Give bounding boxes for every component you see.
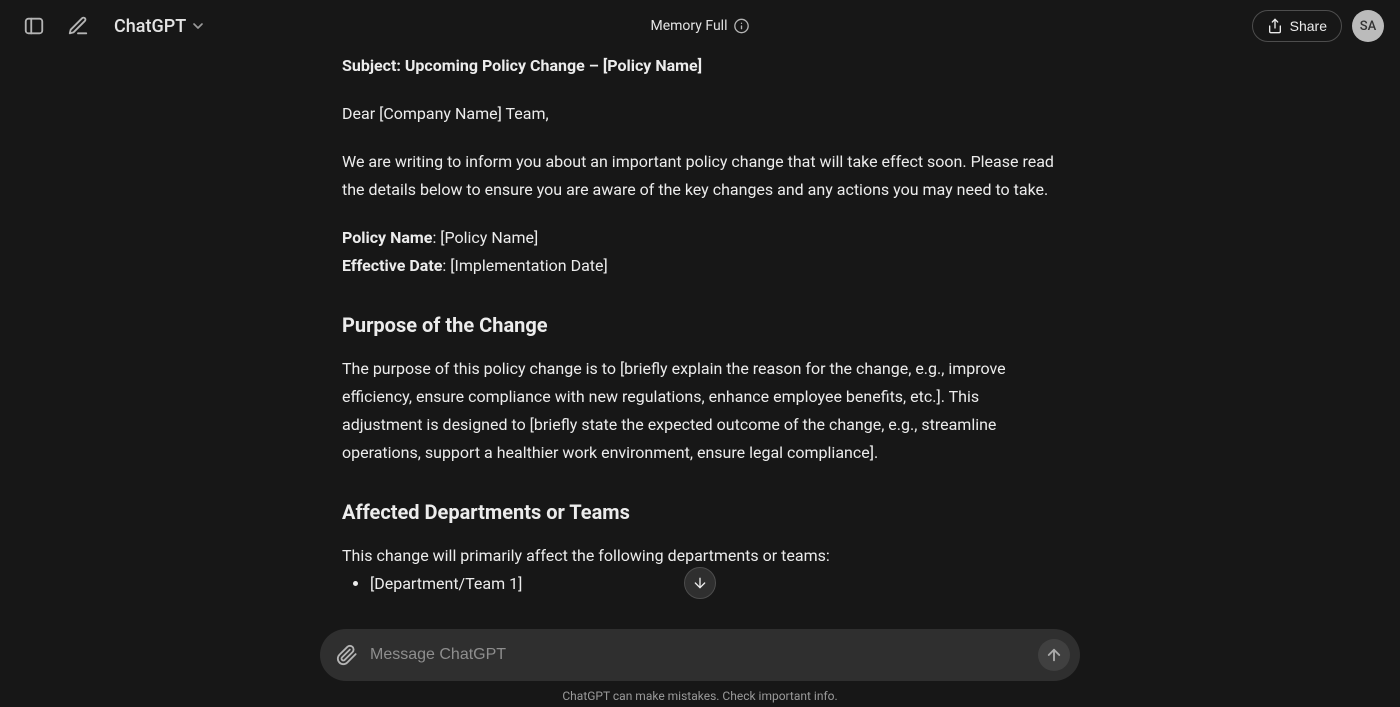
conversation-scroll-area[interactable]: Subject: Upcoming Policy Change – [Polic…	[0, 52, 1400, 707]
chevron-down-icon	[190, 18, 206, 34]
user-avatar[interactable]: SA	[1352, 10, 1384, 42]
policy-name-line: Policy Name: [Policy Name]	[342, 224, 1058, 252]
arrow-down-icon	[692, 575, 708, 591]
heading-affected: Affected Departments or Teams	[342, 495, 1058, 530]
scroll-to-bottom-button[interactable]	[684, 567, 716, 599]
model-name-label: ChatGPT	[114, 16, 186, 37]
header-right-group: Share SA	[1252, 10, 1384, 42]
paperclip-icon	[336, 644, 358, 666]
affected-intro: This change will primarily affect the fo…	[342, 542, 1058, 570]
assistant-message: Subject: Upcoming Policy Change – [Polic…	[330, 52, 1070, 598]
new-chat-button[interactable]	[60, 8, 96, 44]
subject-line: Subject: Upcoming Policy Change – [Polic…	[342, 52, 1058, 80]
memory-status-label: Memory Full	[651, 18, 728, 34]
composer	[320, 629, 1080, 681]
share-icon	[1267, 18, 1283, 34]
header-left-group: ChatGPT	[16, 8, 216, 44]
new-chat-icon	[67, 15, 89, 37]
share-button[interactable]: Share	[1252, 10, 1342, 42]
send-button[interactable]	[1038, 639, 1070, 671]
sidebar-icon	[23, 15, 45, 37]
memory-status[interactable]: Memory Full	[651, 18, 750, 34]
attach-button[interactable]	[336, 644, 358, 666]
message-input[interactable]	[370, 646, 1026, 664]
sidebar-toggle-button[interactable]	[16, 8, 52, 44]
greeting-line: Dear [Company Name] Team,	[342, 100, 1058, 128]
heading-purpose: Purpose of the Change	[342, 308, 1058, 343]
effective-date-line: Effective Date: [Implementation Date]	[342, 252, 1058, 280]
footer-disclaimer: ChatGPT can make mistakes. Check importa…	[562, 681, 837, 707]
intro-paragraph: We are writing to inform you about an im…	[342, 148, 1058, 204]
arrow-up-icon	[1045, 646, 1063, 664]
purpose-paragraph: The purpose of this policy change is to …	[342, 355, 1058, 467]
app-header: ChatGPT Memory Full Share SA	[0, 0, 1400, 52]
share-label: Share	[1290, 18, 1327, 34]
avatar-initials: SA	[1360, 19, 1377, 34]
info-icon	[734, 18, 750, 34]
composer-area: ChatGPT can make mistakes. Check importa…	[0, 629, 1400, 707]
model-selector[interactable]: ChatGPT	[104, 10, 216, 43]
